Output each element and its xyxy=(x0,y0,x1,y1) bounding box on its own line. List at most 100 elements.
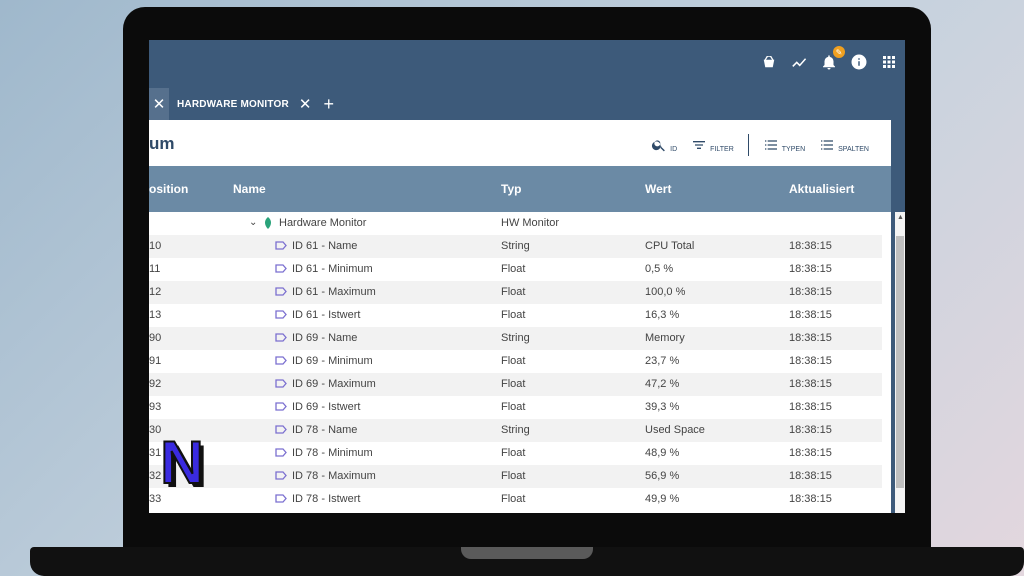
table-group-row[interactable]: ⌄ Hardware Monitor HW Monitor xyxy=(149,212,882,235)
laptop-notch xyxy=(461,547,593,559)
app-screen: ✎ ✕ HARDWARE MONITOR ✕ + um ID FILTER TY… xyxy=(149,40,905,513)
cell-value: 47,2 % xyxy=(645,378,680,390)
tag-icon xyxy=(275,402,287,411)
cell-value: 49,9 % xyxy=(645,493,680,505)
cell-updated: 18:38:15 xyxy=(789,309,832,321)
tab-close-icon[interactable]: ✕ xyxy=(299,95,312,113)
cell-type: String xyxy=(501,424,530,436)
scrollbar-thumb[interactable] xyxy=(896,236,904,488)
cell-type: Float xyxy=(501,493,526,505)
cell-name: ID 69 - Name xyxy=(292,332,358,344)
search-id-button[interactable]: ID xyxy=(651,137,677,153)
table-row[interactable]: 13 ID 61 - Istwert Float 16,3 % 18:38:15 xyxy=(149,304,882,327)
columns-button[interactable]: SPALTEN xyxy=(819,137,869,153)
column-header-position[interactable]: osition xyxy=(149,182,188,196)
table-scrollbar[interactable]: ▲ xyxy=(895,212,905,513)
tag-icon xyxy=(275,494,287,503)
table-row[interactable]: 90 ID 69 - Name String Memory 18:38:15 xyxy=(149,327,882,350)
table-header: osition Name Typ Wert Aktualisiert xyxy=(149,166,891,212)
apps-grid-icon[interactable] xyxy=(879,52,899,72)
cell-name: ID 61 - Istwert xyxy=(292,309,361,321)
info-icon[interactable] xyxy=(849,52,869,72)
filter-icon xyxy=(693,141,706,149)
cell-updated: 18:38:15 xyxy=(789,355,832,367)
column-header-type[interactable]: Typ xyxy=(501,182,521,196)
cell-updated: 18:38:15 xyxy=(789,447,832,459)
toolbar-divider xyxy=(747,134,749,156)
cell-position: 33 xyxy=(149,493,162,505)
table-row[interactable]: 91 ID 69 - Minimum Float 23,7 % 18:38:15 xyxy=(149,350,882,373)
scroll-up-icon[interactable]: ▲ xyxy=(897,214,904,221)
cell-position: 10 xyxy=(149,240,162,252)
cell-value: 56,9 % xyxy=(645,470,680,482)
cell-type: Float xyxy=(501,401,526,413)
cell-type: Float xyxy=(501,263,526,275)
table-row[interactable]: 10 ID 61 - Name String CPU Total 18:38:15 xyxy=(149,235,882,258)
types-button[interactable]: TYPEN xyxy=(763,137,805,153)
columns-label: SPALTEN xyxy=(838,146,869,153)
table-row[interactable]: 33 ID 78 - Istwert Float 49,9 % 18:38:15 xyxy=(149,488,882,511)
cell-name: ID 61 - Maximum xyxy=(292,286,376,298)
table-row[interactable]: 11 ID 61 - Minimum Float 0,5 % 18:38:15 xyxy=(149,258,882,281)
table-row[interactable]: 30 ID 78 - Name String Used Space 18:38:15 xyxy=(149,419,882,442)
add-tab-icon[interactable]: + xyxy=(323,94,334,115)
cell-value: 100,0 % xyxy=(645,286,686,298)
previous-tab-close-icon[interactable]: ✕ xyxy=(149,88,169,120)
cell-type: Float xyxy=(501,286,526,298)
cell-value: 16,3 % xyxy=(645,309,680,321)
page-title: um xyxy=(149,134,175,153)
cell-name: ID 78 - Minimum xyxy=(292,447,373,459)
column-header-value[interactable]: Wert xyxy=(645,182,671,196)
notification-badge: ✎ xyxy=(833,46,845,58)
search-label: ID xyxy=(670,146,678,153)
list-icon xyxy=(821,140,834,150)
cell-position: 91 xyxy=(149,355,162,367)
table-row[interactable]: 12 ID 61 - Maximum Float 100,0 % 18:38:15 xyxy=(149,281,882,304)
table-row[interactable]: 93 ID 69 - Istwert Float 39,3 % 18:38:15 xyxy=(149,396,882,419)
table-row[interactable]: 92 ID 69 - Maximum Float 47,2 % 18:38:15 xyxy=(149,373,882,396)
cell-type: Float xyxy=(501,447,526,459)
cell-value: Memory xyxy=(645,332,685,344)
tag-icon xyxy=(275,287,287,296)
bell-icon[interactable]: ✎ xyxy=(819,46,845,72)
chart-icon[interactable] xyxy=(789,52,809,72)
cell-updated: 18:38:15 xyxy=(789,263,832,275)
filter-label: FILTER xyxy=(710,146,734,153)
tab-hardware-monitor[interactable]: HARDWARE MONITOR ✕ + xyxy=(169,88,342,120)
cell-name: ID 61 - Name xyxy=(292,240,358,252)
cell-value: 39,3 % xyxy=(645,401,680,413)
title-bar: um ID FILTER TYPEN SPALTEN xyxy=(149,120,891,166)
cell-position: 30 xyxy=(149,424,162,436)
cell-value: 48,9 % xyxy=(645,447,680,459)
cell-updated: 18:38:15 xyxy=(789,493,832,505)
cell-value: 0,5 % xyxy=(645,263,674,275)
tab-strip: ✕ HARDWARE MONITOR ✕ + xyxy=(149,88,342,120)
tab-label: HARDWARE MONITOR xyxy=(177,98,289,110)
cell-name: ID 78 - Istwert xyxy=(292,493,361,505)
table-row[interactable]: 32 ID 78 - Maximum Float 56,9 % 18:38:15 xyxy=(149,465,882,488)
column-header-name[interactable]: Name xyxy=(233,182,266,196)
group-name: Hardware Monitor xyxy=(279,217,367,229)
cell-updated: 18:38:15 xyxy=(789,470,832,482)
cell-updated: 18:38:15 xyxy=(789,286,832,298)
table-row[interactable]: 31 ID 78 - Minimum Float 48,9 % 18:38:15 xyxy=(149,442,882,465)
basket-icon[interactable] xyxy=(759,52,779,72)
cell-value: 23,7 % xyxy=(645,355,680,367)
tag-icon xyxy=(275,310,287,319)
filter-button[interactable]: FILTER xyxy=(691,137,734,153)
cell-position: 12 xyxy=(149,286,162,298)
tag-icon xyxy=(275,333,287,342)
cell-name: ID 69 - Maximum xyxy=(292,378,376,390)
cell-position: 11 xyxy=(149,263,161,275)
cell-type: String xyxy=(501,332,530,344)
tag-icon xyxy=(275,425,287,434)
chevron-down-icon[interactable]: ⌄ xyxy=(249,217,257,228)
cell-type: Float xyxy=(501,355,526,367)
cell-name: ID 69 - Minimum xyxy=(292,355,373,367)
cell-value: CPU Total xyxy=(645,240,695,252)
column-header-updated[interactable]: Aktualisiert xyxy=(789,182,854,196)
cell-name: ID 69 - Istwert xyxy=(292,401,361,413)
cell-updated: 18:38:15 xyxy=(789,240,832,252)
toolbar: ID FILTER TYPEN SPALTEN xyxy=(651,134,869,156)
search-icon xyxy=(652,140,666,152)
